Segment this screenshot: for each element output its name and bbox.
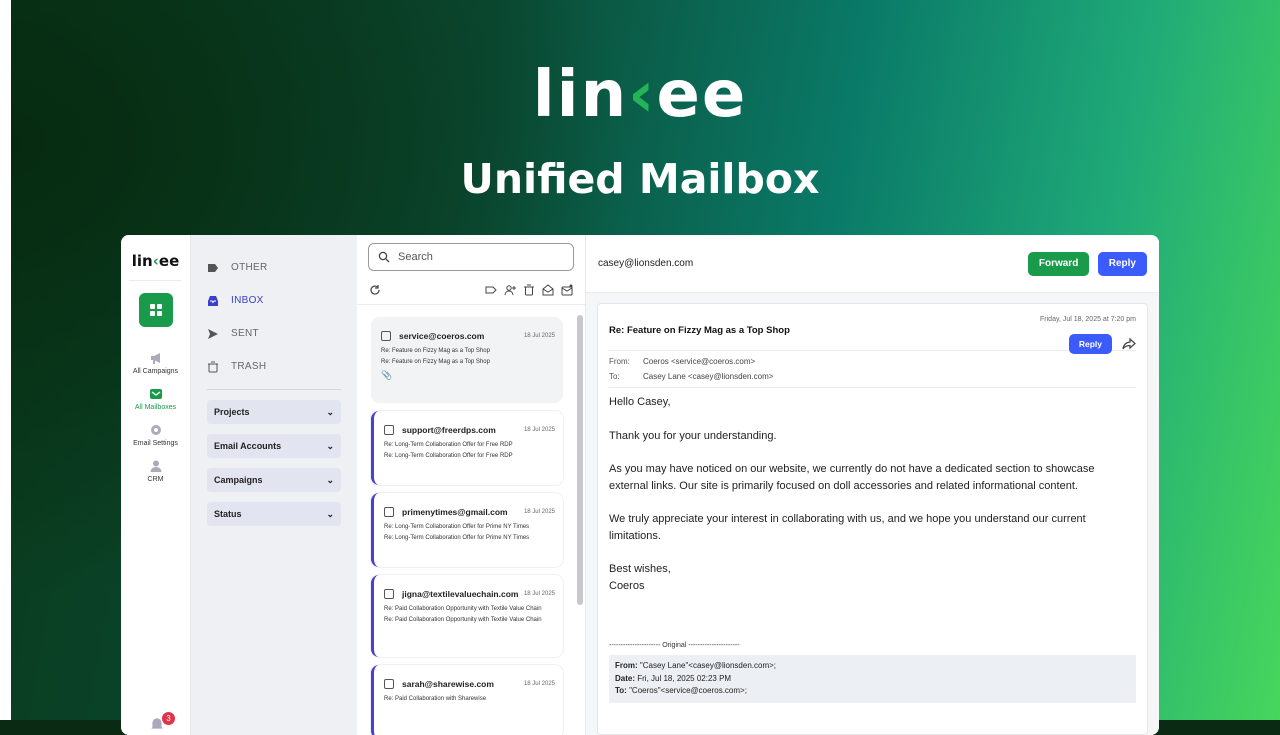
reply-button[interactable]: Reply: [1097, 251, 1147, 276]
chevron-down-icon: ⌄: [326, 440, 334, 451]
refresh-icon[interactable]: [369, 284, 381, 296]
divider: [609, 350, 1136, 351]
email-card: Friday, Jul 18, 2025 at 7:20 pm Re: Feat…: [597, 303, 1148, 735]
reader-header: casey@lionsden.com Forward Reply: [586, 235, 1159, 293]
email-body: Hello Casey, Thank you for your understa…: [609, 394, 1136, 594]
select-checkbox[interactable]: [384, 425, 394, 435]
search-icon: [378, 251, 390, 263]
notification-count: 3: [162, 712, 175, 725]
rail-item-all-mailboxes[interactable]: All Mailboxes: [121, 387, 190, 411]
gear-icon: [150, 425, 161, 435]
original-marker: ---------------------- Original --------…: [609, 642, 740, 649]
dashboard-button[interactable]: [138, 293, 173, 327]
folder-trash[interactable]: TRASH: [207, 350, 341, 383]
message-list: service@coeros.com 18 Jul 2025 Re: Featu…: [357, 313, 575, 735]
list-item[interactable]: service@coeros.com 18 Jul 2025 Re: Featu…: [371, 317, 563, 403]
add-contact-icon[interactable]: [504, 284, 516, 296]
share-icon[interactable]: [1122, 337, 1136, 351]
message-list-panel: Search service@coeros.com 18 Jul 2025 Re…: [357, 235, 586, 735]
trash-icon[interactable]: [523, 284, 535, 296]
list-item[interactable]: primenytimes@gmail.com 18 Jul 2025 Re: L…: [371, 493, 563, 567]
inbox-icon: [208, 295, 218, 306]
email-actions: Reply: [1068, 334, 1136, 354]
original-message: From: "Casey Lane"<casey@lionsden.com>; …: [609, 655, 1136, 703]
notifications-button[interactable]: 3: [149, 712, 175, 735]
nav-rail: lin‹ee All Campaigns All Mailboxes Email…: [121, 235, 191, 735]
mark-unread-icon[interactable]: [561, 284, 573, 296]
chevron-down-icon: ⌄: [326, 508, 334, 519]
group-campaigns[interactable]: Campaigns ⌄: [207, 468, 341, 492]
divider: [129, 280, 182, 281]
list-item[interactable]: sarah@sharewise.com 18 Jul 2025 Re: Paid…: [371, 665, 563, 735]
divider: [207, 389, 341, 390]
mark-read-icon[interactable]: [542, 283, 554, 296]
app-window: lin‹ee All Campaigns All Mailboxes Email…: [121, 235, 1159, 735]
folder-other[interactable]: OTHER: [207, 251, 341, 284]
email-subject: Re: Feature on Fizzy Mag as a Top Shop: [609, 325, 790, 336]
list-toolbar: [357, 275, 585, 305]
tag-icon: [208, 263, 218, 272]
select-checkbox[interactable]: [384, 679, 394, 689]
rail-item-email-settings[interactable]: Email Settings: [121, 423, 190, 447]
select-checkbox[interactable]: [381, 331, 391, 341]
forward-button[interactable]: Forward: [1027, 251, 1090, 276]
rail-item-all-campaigns[interactable]: All Campaigns: [121, 351, 190, 375]
attachment-icon: 📎: [381, 370, 393, 380]
group-status[interactable]: Status ⌄: [207, 502, 341, 526]
grid-icon: [149, 304, 162, 316]
rail-item-crm[interactable]: CRM: [121, 459, 190, 483]
email-date: Friday, Jul 18, 2025 at 7:20 pm: [1040, 316, 1136, 323]
divider: [609, 387, 1136, 388]
group-projects[interactable]: Projects ⌄: [207, 400, 341, 424]
hero-logo: lin‹ee: [532, 58, 748, 132]
email-to: To: Casey Lane <casey@lionsden.com>: [609, 372, 774, 381]
email-from: From: Coeros <service@coeros.com>: [609, 357, 756, 366]
search-input[interactable]: Search: [368, 243, 574, 271]
mailbox-icon: [149, 389, 162, 399]
folder-panel: OTHER INBOX SENT TRASH Projects ⌄ Email A…: [191, 235, 357, 735]
hero-title: Unified Mailbox: [460, 155, 820, 203]
select-checkbox[interactable]: [384, 589, 394, 599]
list-item[interactable]: jigna@textilevaluechain.com 18 Jul 2025 …: [371, 575, 563, 657]
folder-sent[interactable]: SENT: [207, 317, 341, 350]
trash-icon: [208, 361, 218, 372]
app-logo: lin‹ee: [131, 252, 180, 270]
scrollbar[interactable]: [577, 315, 583, 605]
chevron-down-icon: ⌄: [326, 406, 334, 417]
list-item[interactable]: support@freerdps.com 18 Jul 2025 Re: Lon…: [371, 411, 563, 485]
megaphone-icon: [150, 353, 160, 364]
chevron-down-icon: ⌄: [326, 474, 334, 485]
group-email-accounts[interactable]: Email Accounts ⌄: [207, 434, 341, 458]
label-icon[interactable]: [485, 284, 497, 296]
reply-small-button[interactable]: Reply: [1068, 334, 1112, 354]
account-email: casey@lionsden.com: [598, 258, 694, 269]
reading-pane: casey@lionsden.com Forward Reply Friday,…: [586, 235, 1159, 735]
folder-inbox[interactable]: INBOX: [207, 284, 341, 317]
send-icon: [208, 328, 218, 339]
select-checkbox[interactable]: [384, 507, 394, 517]
email-signature: Coeros: [609, 579, 645, 592]
user-icon: [150, 460, 161, 472]
